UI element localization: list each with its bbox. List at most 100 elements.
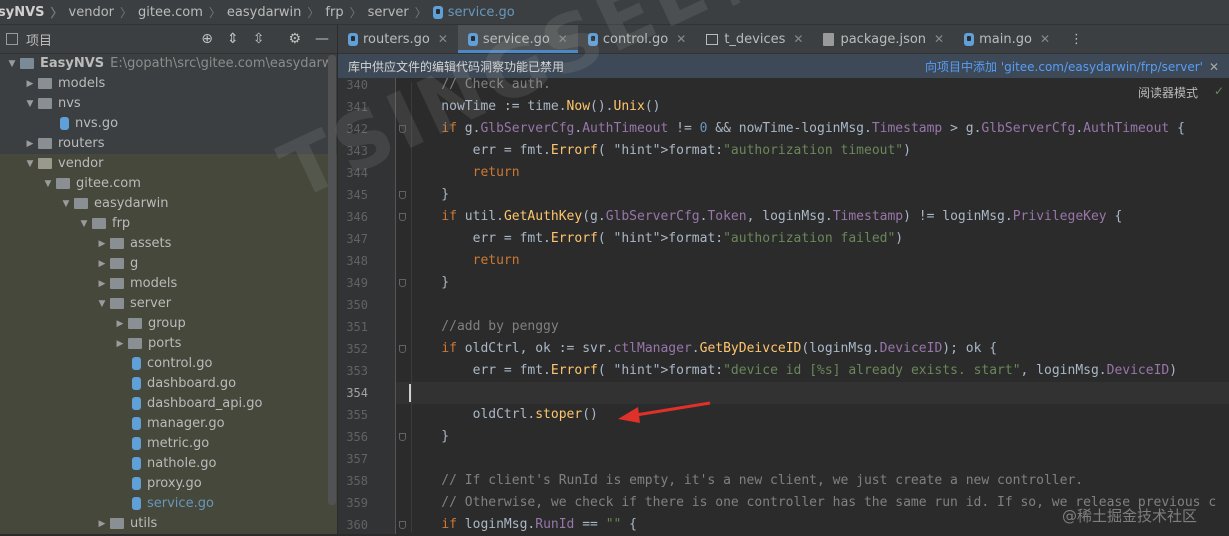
close-icon[interactable]: ✕ (934, 32, 944, 46)
tree-folder-item[interactable]: ▼ frp (0, 214, 337, 234)
tree-item-text: ports (148, 334, 181, 354)
tree-folder-item[interactable]: ▶ utils (0, 514, 337, 534)
tab-package-json[interactable]: package.json ✕ (813, 25, 954, 53)
tree-folder-item[interactable]: ▼ server (0, 294, 337, 314)
chevron-right-icon[interactable]: ▶ (24, 74, 36, 94)
tree-folder-item[interactable]: ▼ nvs (0, 94, 337, 114)
tree-folder-item[interactable]: ▶ group (0, 314, 337, 334)
tree-folder-item[interactable]: ▼ EasyNVS E:\gopath\src\gitee.com\easydarw… (0, 54, 337, 74)
chevron-right-icon[interactable]: ▶ (96, 234, 108, 254)
add-to-project-link[interactable]: 向项目中添加 'gitee.com/easydarwin/frp/server' (925, 60, 1203, 74)
tab-main-go[interactable]: main.go ✕ (954, 25, 1060, 53)
tree-item-text: nvs (58, 94, 81, 114)
tree-folder-item[interactable]: ▼ gitee.com (0, 174, 337, 194)
fold-marker-icon[interactable] (399, 191, 406, 199)
close-icon[interactable]: ✕ (676, 32, 686, 46)
project-scrollbar[interactable] (328, 55, 336, 505)
tab-list-menu-icon[interactable]: ⋮ (1060, 25, 1093, 53)
tree-file-item[interactable]: control.go (0, 354, 337, 374)
fold-marker-icon[interactable] (399, 433, 406, 441)
minimize-icon[interactable]: — (315, 31, 329, 47)
tree-file-item[interactable]: dashboard.go (0, 374, 337, 394)
project-panel-title[interactable]: 项目 (26, 30, 52, 49)
tree-file-item[interactable]: proxy.go (0, 474, 337, 494)
chevron-down-icon[interactable]: ▼ (78, 214, 90, 234)
code-line[interactable]: oldCtrl.stoper() (410, 404, 598, 426)
close-icon[interactable]: ✕ (438, 32, 448, 46)
expand-all-icon[interactable]: ⇕ (227, 31, 239, 47)
code-line[interactable]: //add by penggy (410, 316, 558, 338)
code-line[interactable]: if loginMsg.RunId == "" { (410, 514, 637, 534)
breadcrumb-item[interactable]: frp 〉 (325, 4, 367, 21)
fold-marker-icon[interactable] (399, 279, 406, 287)
tree-file-item[interactable]: service.go (0, 494, 337, 514)
gear-icon[interactable]: ⚙ (288, 31, 301, 47)
chevron-right-icon[interactable]: ▶ (96, 274, 108, 294)
chevron-down-icon[interactable]: ▼ (60, 194, 72, 214)
code-line[interactable]: // If client's RunId is empty, it's a ne… (410, 470, 1083, 492)
code-line[interactable]: return (410, 250, 520, 272)
chevron-right-icon[interactable]: ▶ (96, 254, 108, 274)
breadcrumb-item[interactable]: vendor 〉 (69, 4, 139, 21)
code-editor[interactable]: // Check auth. nowTime := time.Now().Uni… (396, 78, 1229, 534)
chevron-down-icon[interactable]: ▼ (6, 54, 18, 74)
tree-folder-item[interactable]: ▶ routers (0, 134, 337, 154)
close-icon[interactable]: ✕ (558, 32, 568, 46)
fold-marker-icon[interactable] (399, 125, 406, 133)
tab-t-devices[interactable]: t_devices ✕ (696, 25, 813, 53)
code-line[interactable]: } (410, 426, 449, 448)
tree-file-item[interactable]: nvs.go (0, 114, 337, 134)
tree-folder-item[interactable]: ▶ ports (0, 334, 337, 354)
code-line[interactable]: return (410, 162, 520, 184)
code-line[interactable]: err = fmt.Errorf( "hint">format:"authori… (410, 228, 904, 250)
chevron-down-icon[interactable]: ▼ (24, 94, 36, 114)
chevron-down-icon[interactable]: ▼ (96, 294, 108, 314)
tree-file-item[interactable]: manager.go (0, 414, 337, 434)
go-file-icon (132, 357, 141, 370)
tree-folder-item[interactable]: ▶ models (0, 274, 337, 294)
reader-mode-toggle[interactable]: 阅读器模式 (1138, 84, 1198, 101)
code-line[interactable]: if g.GlbServerCfg.AuthTimeout != 0 && no… (410, 118, 1185, 140)
tab-service-go[interactable]: service.go ✕ (457, 25, 578, 53)
code-line[interactable]: err = fmt.Errorf( "hint">format:"authori… (410, 140, 911, 162)
tree-item-path: E:\gopath\src\gitee.com\easydarwin\Easy (110, 56, 337, 71)
fold-marker-icon[interactable] (399, 521, 406, 529)
breadcrumb-item[interactable]: easydarwin 〉 (227, 4, 326, 21)
breadcrumb-item[interactable]: service.go (432, 5, 515, 20)
locate-icon[interactable]: ⊕ (201, 31, 213, 47)
tree-file-item[interactable]: dashboard_api.go (0, 394, 337, 414)
chevron-right-icon[interactable]: ▶ (96, 514, 108, 534)
chevron-right-icon[interactable]: ▶ (24, 134, 36, 154)
code-line[interactable]: } (410, 272, 449, 294)
tree-folder-item[interactable]: ▼ easydarwin (0, 194, 337, 214)
tab-routers-go[interactable]: routers.go ✕ (338, 25, 458, 53)
close-icon[interactable]: ✕ (793, 32, 803, 46)
code-line[interactable]: nowTime := time.Now().Unix() (410, 96, 660, 118)
chevron-right-icon[interactable]: ▶ (114, 334, 126, 354)
tree-file-item[interactable]: metric.go (0, 434, 337, 454)
tree-folder-item[interactable]: ▶ g (0, 254, 337, 274)
tab-control-go[interactable]: control.go ✕ (578, 25, 696, 53)
close-icon[interactable]: ✕ (1040, 32, 1050, 46)
breadcrumb-separator-icon: 〉 (208, 5, 221, 20)
tree-folder-item[interactable]: ▶ models (0, 74, 337, 94)
fold-marker-icon[interactable] (399, 213, 406, 221)
breadcrumb-item[interactable]: syNVS 〉 (0, 4, 69, 21)
fold-marker-icon[interactable] (399, 345, 406, 353)
code-line[interactable]: err = fmt.Errorf( "hint">format:"device … (410, 360, 1177, 382)
code-line[interactable]: } (410, 184, 449, 206)
tree-folder-item[interactable]: ▼ vendor (0, 154, 337, 174)
code-line[interactable]: if oldCtrl, ok := svr.ctlManager.GetByDe… (410, 338, 997, 360)
tree-folder-item[interactable]: ▶ assets (0, 234, 337, 254)
code-line[interactable]: // Check auth. (410, 78, 551, 96)
chevron-right-icon[interactable]: ▶ (114, 314, 126, 334)
close-icon[interactable]: ✕ (1209, 60, 1219, 74)
chevron-down-icon[interactable]: ▼ (42, 174, 54, 194)
chevron-down-icon[interactable]: ▼ (24, 154, 36, 174)
collapse-all-icon[interactable]: ⇳ (253, 31, 265, 47)
breadcrumb-item[interactable]: server 〉 (368, 4, 433, 21)
tree-item-text: EasyNVS E:\gopath\src\gitee.com\easydarwi… (40, 54, 337, 74)
code-line[interactable]: if util.GetAuthKey(g.GlbServerCfg.Token,… (410, 206, 1122, 228)
breadcrumb-item[interactable]: gitee.com 〉 (138, 4, 227, 21)
tree-file-item[interactable]: nathole.go (0, 454, 337, 474)
